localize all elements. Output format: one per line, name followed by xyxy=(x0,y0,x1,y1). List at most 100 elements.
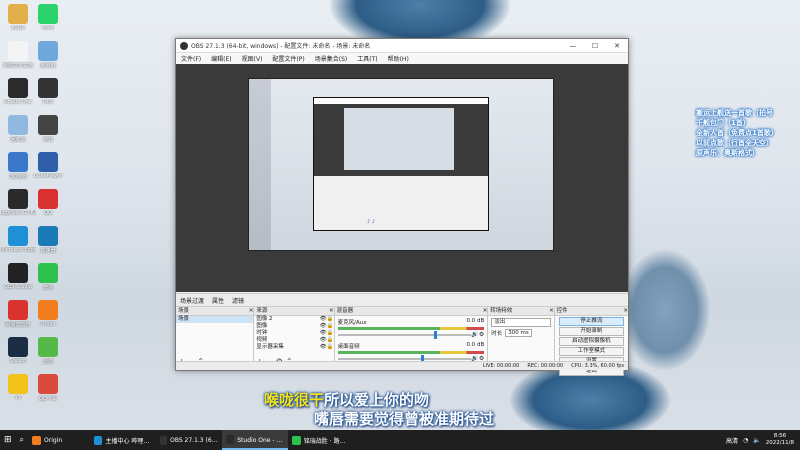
menu-help[interactable]: 帮助(H) xyxy=(383,54,414,63)
desktop-icon[interactable]: 游戏 xyxy=(30,115,66,143)
obs-app-icon xyxy=(180,41,188,50)
source-label: 显示器采集 xyxy=(256,344,284,350)
visibility-lock-icon[interactable]: 👁🔒 xyxy=(320,323,334,330)
tab-properties[interactable]: 属性 xyxy=(208,296,228,305)
source-item[interactable]: 图像 👁🔒 xyxy=(254,323,333,330)
desktop-icon[interactable]: OBS xyxy=(30,78,66,105)
obs-titlebar[interactable]: OBS 27.1.3 (64-bit, windows) - 配置文件: 未命名… xyxy=(176,39,628,53)
obs-window[interactable]: OBS 27.1.3 (64-bit, windows) - 配置文件: 未命名… xyxy=(175,38,629,376)
desktop-icon[interactable]: QQ xyxy=(30,189,66,216)
scenes-title: 场景 xyxy=(178,308,190,314)
taskbar-app-icon xyxy=(160,435,168,445)
start-button[interactable]: ⊞ xyxy=(0,430,16,450)
source-item[interactable]: 视频 👁🔒 xyxy=(254,337,333,344)
desktop-icon[interactable]: Origin xyxy=(30,300,66,327)
taskbar-item[interactable]: Studio One - 效果 xyxy=(222,430,289,450)
status-live: LIVE: 00:00:00 xyxy=(482,363,520,369)
dock-close-icon[interactable]: ✕ xyxy=(249,307,254,315)
taskbar-item-label: Origin xyxy=(44,436,63,444)
source-item[interactable]: 时钟 👁🔒 xyxy=(254,330,333,337)
source-label: 时钟 xyxy=(256,330,268,336)
desktop-icon[interactable]: 迅游 xyxy=(30,337,66,365)
menu-profile[interactable]: 配置文件(P) xyxy=(267,54,309,63)
taskbar-item[interactable]: 铭瑞战胜 · 路由器 xyxy=(288,430,354,450)
mixer-title: 混音器 xyxy=(336,308,354,314)
desktop-icon[interactable]: QQ飞车 xyxy=(30,374,66,402)
taskbar-item-label: Studio One - 效果 xyxy=(237,436,285,444)
taskbar-item-label: 铭瑞战胜 · 路由器 xyxy=(303,437,351,445)
clock[interactable]: 8:56 2022/11/8 xyxy=(766,433,794,447)
visibility-lock-icon[interactable]: 👁🔒 xyxy=(320,316,334,323)
desktop: ASUS kook 新建文本文档 此电脑 Studio One OBS 回收站 游戏 QQ游戏 C… xyxy=(0,0,800,430)
taskbar-item[interactable]: Origin xyxy=(28,430,90,450)
search-icon[interactable]: ⌕ xyxy=(16,430,28,450)
app-icon xyxy=(8,337,28,357)
desktop-icon-label: QQ xyxy=(44,210,52,216)
duration-input[interactable]: 300 ms xyxy=(505,329,532,337)
menu-tools[interactable]: 工具(T) xyxy=(352,54,382,63)
tray-text[interactable]: 高清 xyxy=(726,436,738,445)
transition-select[interactable]: 淡出 xyxy=(491,318,551,327)
desktop-icon[interactable]: ConePlayer xyxy=(30,152,66,179)
source-item[interactable]: 图像 2 👁🔒 xyxy=(254,316,333,323)
menu-scene-collection[interactable]: 场景集合(S) xyxy=(310,54,353,63)
nested-obs-window xyxy=(313,97,489,231)
close-button[interactable]: ✕ xyxy=(606,42,628,50)
control-button[interactable]: 停止推流 xyxy=(558,317,625,326)
desktop-icon[interactable]: 此电脑 xyxy=(30,41,66,69)
tab-transitions[interactable]: 场景过渡 xyxy=(176,296,208,305)
mixer-track: 麦克风/Aux 0.0 dB 🔊⚙ xyxy=(335,318,488,339)
app-icon xyxy=(8,152,28,172)
menu-view[interactable]: 视图(V) xyxy=(237,54,268,63)
tab-filters[interactable]: 滤镜 xyxy=(228,296,248,305)
obs-title: OBS 27.1.3 (64-bit, windows) - 配置文件: 未命名… xyxy=(191,43,371,50)
duration-label: 时长 xyxy=(491,331,503,337)
control-button[interactable]: 工作室模式 xyxy=(558,347,625,356)
dock-close-icon[interactable]: ✕ xyxy=(483,307,488,315)
menu-file[interactable]: 文件(F) xyxy=(176,54,206,63)
sources-title: 来源 xyxy=(256,308,268,314)
transitions-header: 转场特效 ✕ xyxy=(488,307,554,316)
source-label: 图像 2 xyxy=(256,316,273,322)
maximize-button[interactable]: ☐ xyxy=(584,42,606,50)
track-name: 桌面音频 xyxy=(337,344,360,350)
obs-statusbar: LIVE: 00:00:00 REC: 00:00:00 CPU: 3.3%, … xyxy=(176,361,628,370)
volume-slider[interactable] xyxy=(337,330,472,339)
taskbar-app-icon xyxy=(94,435,103,445)
visibility-lock-icon[interactable]: 👁🔒 xyxy=(320,330,334,337)
volume-slider-handle[interactable] xyxy=(433,330,437,339)
app-icon xyxy=(38,337,58,357)
desktop-icon[interactable]: 微信 xyxy=(30,263,66,291)
duration-row: 时长 300 ms xyxy=(491,329,550,337)
status-rec: REC: 00:00:00 xyxy=(527,363,564,369)
app-icon xyxy=(8,115,28,135)
control-button[interactable]: 开始录制 xyxy=(558,327,625,336)
menu-edit[interactable]: 编辑(E) xyxy=(206,54,236,63)
dock-close-icon[interactable]: ✕ xyxy=(329,307,334,315)
dock-close-icon[interactable]: ✕ xyxy=(623,307,628,315)
dock-close-icon[interactable]: ✕ xyxy=(549,307,554,315)
app-icon xyxy=(38,374,58,394)
desktop-icon[interactable]: 加速器 xyxy=(30,226,66,254)
taskbar-app-icon xyxy=(292,435,301,445)
desktop-icon-label: 微信 xyxy=(42,285,53,291)
scene-item[interactable]: 场景 xyxy=(176,316,254,323)
network-icon[interactable]: ◔ xyxy=(743,437,748,444)
taskbar-item[interactable]: OBS 27.1.3 (64-bit... xyxy=(156,430,222,450)
desktop-icon-label: 迅游 xyxy=(42,359,53,365)
desktop-icon-label: Origin xyxy=(40,321,56,327)
lyric-line-1: 喉咙很干所以爱上你的吻 xyxy=(264,389,429,410)
volume-icon[interactable]: 🔈 xyxy=(753,437,760,444)
app-icon xyxy=(38,4,58,24)
control-button[interactable]: 启动虚拟摄像机 xyxy=(558,337,625,346)
mute-settings-icon[interactable]: 🔊⚙ xyxy=(471,331,484,338)
visibility-lock-icon[interactable]: 👁🔒 xyxy=(320,344,334,351)
taskbar-item[interactable]: 主播中心 哔哩哔哩 xyxy=(90,430,156,450)
visibility-lock-icon[interactable]: 👁🔒 xyxy=(320,337,334,344)
desktop-icon-label: 游戏 xyxy=(42,137,53,143)
source-item[interactable]: 显示器采集 👁🔒 xyxy=(254,344,333,351)
volume-slider[interactable] xyxy=(337,354,472,363)
obs-preview[interactable]: ♪ ♪ xyxy=(176,64,628,292)
minimize-button[interactable]: — xyxy=(562,42,584,50)
desktop-icon[interactable]: kook xyxy=(30,4,66,31)
